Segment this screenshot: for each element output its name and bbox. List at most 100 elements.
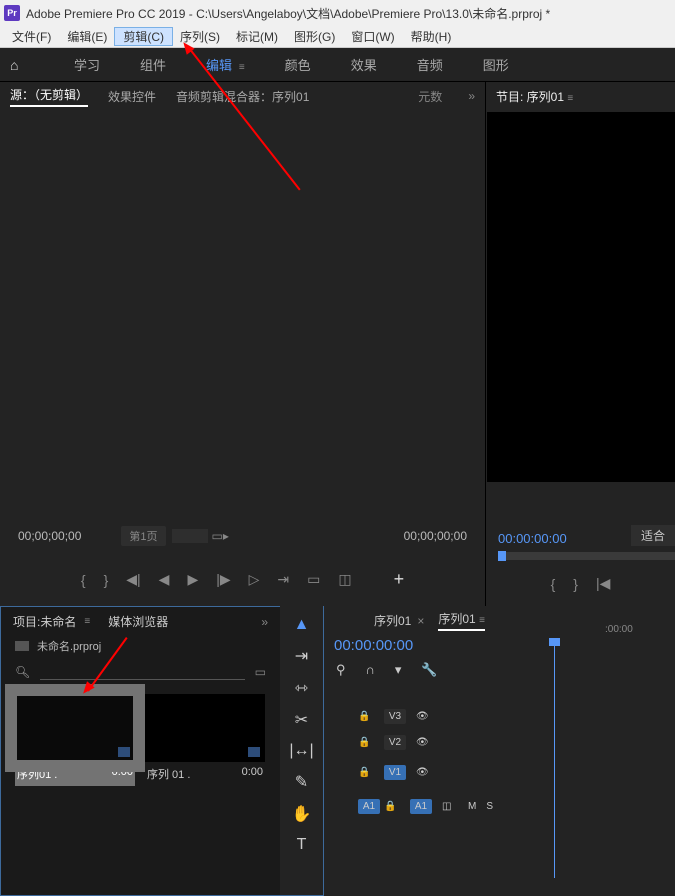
source-tc-right[interactable]: 00;00;00;00	[404, 529, 467, 543]
menu-sequence[interactable]: 序列(S)	[172, 28, 228, 45]
marker-add-icon[interactable]: ▾	[395, 662, 402, 678]
lock-icon[interactable]: 🔒	[358, 711, 374, 722]
hand-tool-icon[interactable]: ✋	[292, 804, 312, 824]
ws-color[interactable]: 颜色	[285, 55, 311, 74]
track-v1[interactable]: 🔒 V1 👁	[358, 756, 675, 788]
track-v2[interactable]: 🔒 V2 👁	[358, 730, 675, 754]
ws-assembly[interactable]: 组件	[140, 55, 166, 74]
lock-icon[interactable]: 🔒	[384, 801, 400, 812]
export-frame-icon[interactable]: ◫	[338, 571, 351, 588]
close-icon[interactable]: ×	[417, 614, 424, 628]
bin-thumb[interactable]	[15, 694, 135, 762]
track-select-tool-icon[interactable]: ⇥	[295, 646, 308, 666]
pen-tool-icon[interactable]: ✎	[295, 772, 308, 792]
ws-editing[interactable]: 编辑 ≡	[206, 55, 245, 74]
ws-effects[interactable]: 效果	[351, 55, 377, 74]
tab-media-browser[interactable]: 媒体浏览器	[108, 613, 168, 630]
tab-source-noclip[interactable]: 源：（无剪辑）	[10, 86, 88, 107]
menu-edit[interactable]: 编辑(E)	[59, 28, 115, 45]
burger-icon[interactable]: ≡	[84, 616, 90, 627]
razor-tool-icon[interactable]: ✂	[295, 710, 308, 730]
search-icon[interactable]: 🔍︎	[15, 665, 30, 679]
audio-source-label[interactable]: A1	[358, 799, 380, 814]
back-icon[interactable]: ◀	[159, 571, 170, 588]
mark-out-icon[interactable]: }	[104, 572, 109, 588]
timeline-ruler[interactable]: :00:00	[565, 624, 675, 635]
program-timecode[interactable]: 00:00:00:00	[498, 531, 567, 546]
project-search-row: 🔍︎ ▭	[5, 660, 276, 684]
tab-program[interactable]: 节目: 序列01 ≡	[486, 82, 675, 111]
mark-in-icon[interactable]: {	[81, 572, 86, 588]
menu-window[interactable]: 窗口(W)	[343, 28, 402, 45]
home-icon[interactable]: ⌂	[10, 57, 34, 73]
overwrite-icon[interactable]: ▭	[307, 571, 320, 588]
prog-mark-out-icon[interactable]: }	[573, 576, 578, 592]
bin-thumb[interactable]	[145, 694, 265, 762]
lock-icon[interactable]: 🔒	[358, 767, 374, 778]
track-label[interactable]: V3	[384, 709, 406, 724]
view-toggle-icon[interactable]: ▭	[255, 665, 266, 679]
slip-tool-icon[interactable]: |↔|	[289, 742, 313, 760]
track-label[interactable]: A1	[410, 799, 432, 814]
menu-clip[interactable]: 剪辑(C)	[115, 28, 172, 45]
track-v3[interactable]: 🔒 V3 👁	[358, 704, 675, 728]
timeline-timecode[interactable]: 00:00:00:00	[324, 635, 675, 656]
settings-icon[interactable]: 🔧	[421, 662, 437, 678]
menu-graphic[interactable]: 图形(G)	[286, 28, 343, 45]
fwd-icon[interactable]: |▶	[216, 571, 230, 588]
tab-sequence-1[interactable]: 序列01	[374, 612, 411, 629]
program-monitor[interactable]	[487, 112, 675, 482]
track-label[interactable]: V2	[384, 735, 406, 750]
step-back-icon[interactable]: ◀|	[126, 571, 140, 588]
program-panel: 节目: 序列01 ≡ 00:00:00:00 适合 { } |◀	[486, 82, 675, 606]
eye-icon[interactable]: 👁	[416, 711, 432, 722]
tracks: 🔒 V3 👁 🔒 V2 👁 🔒 V1 👁 A1 🔒 A1 ◫ M S	[358, 704, 675, 824]
program-slider[interactable]	[498, 552, 675, 560]
project-panel: 项目:未命名 ≡ 媒体浏览器 » 未命名.prproj 🔍︎ ▭ 序列01 .0…	[0, 606, 280, 896]
tab-effect-controls[interactable]: 效果控件	[108, 88, 156, 105]
source-tc-left[interactable]: 00;00;00;00	[18, 529, 81, 543]
panel-menu-icon[interactable]: »	[468, 89, 475, 103]
panel-menu-icon[interactable]: »	[261, 615, 268, 629]
lock-icon[interactable]: 🔒	[358, 737, 374, 748]
tab-project[interactable]: 项目:未命名	[13, 613, 76, 630]
snap-icon[interactable]: ⚲	[336, 662, 346, 678]
step-fwd-icon[interactable]: ▷	[249, 571, 260, 588]
program-fit[interactable]: 适合	[631, 525, 675, 546]
source-page-ctrl[interactable]	[172, 529, 208, 543]
menu-help[interactable]: 帮助(H)	[403, 28, 460, 45]
search-input[interactable]	[40, 664, 244, 680]
selection-tool-icon[interactable]: ▲	[294, 616, 310, 634]
solo-s[interactable]: S	[486, 801, 493, 812]
menu-marker[interactable]: 标记(M)	[228, 28, 286, 45]
type-tool-icon[interactable]: T	[297, 836, 307, 854]
ws-audio[interactable]: 音频	[417, 55, 443, 74]
ripple-tool-icon[interactable]: ⇿	[295, 678, 308, 698]
eye-icon[interactable]: 👁	[416, 737, 432, 748]
source-icon-a[interactable]: ▭▸	[212, 529, 229, 543]
ws-graphics[interactable]: 图形	[483, 55, 509, 74]
prog-mark-in-icon[interactable]: {	[551, 576, 556, 592]
bin-item-1[interactable]: 序列01 .0:00	[15, 694, 135, 786]
tab-sequence-2[interactable]: 序列01 ≡	[438, 610, 485, 631]
bin-item-2[interactable]: 序列 01 .0:00	[145, 694, 265, 786]
bin-dur: 0:00	[242, 766, 263, 782]
menu-file[interactable]: 文件(F)	[4, 28, 59, 45]
tool-palette: ▲ ⇥ ⇿ ✂ |↔| ✎ ✋ T	[280, 606, 324, 896]
play-icon[interactable]: ▶	[187, 571, 198, 588]
prog-step-back-icon[interactable]: |◀	[596, 575, 610, 592]
playhead-thumb[interactable]	[498, 551, 506, 561]
tab-audio-mixer[interactable]: 音频剪辑混合器：序列01	[176, 88, 309, 105]
source-page[interactable]: 第1页	[121, 526, 165, 546]
ws-learn[interactable]: 学习	[74, 55, 100, 74]
eye-icon[interactable]: 👁	[416, 767, 432, 778]
track-label[interactable]: V1	[384, 765, 406, 780]
add-button-icon[interactable]: +	[394, 569, 405, 590]
linked-sel-icon[interactable]: ∩	[366, 662, 375, 678]
tab-metadata[interactable]: 元数	[418, 88, 442, 105]
mute-m[interactable]: M	[468, 801, 476, 812]
mute-icon[interactable]: ◫	[442, 801, 458, 812]
project-filename[interactable]: 未命名.prproj	[37, 638, 101, 654]
track-a1[interactable]: A1 🔒 A1 ◫ M S	[358, 790, 675, 822]
insert-icon[interactable]: ⇥	[277, 571, 289, 588]
